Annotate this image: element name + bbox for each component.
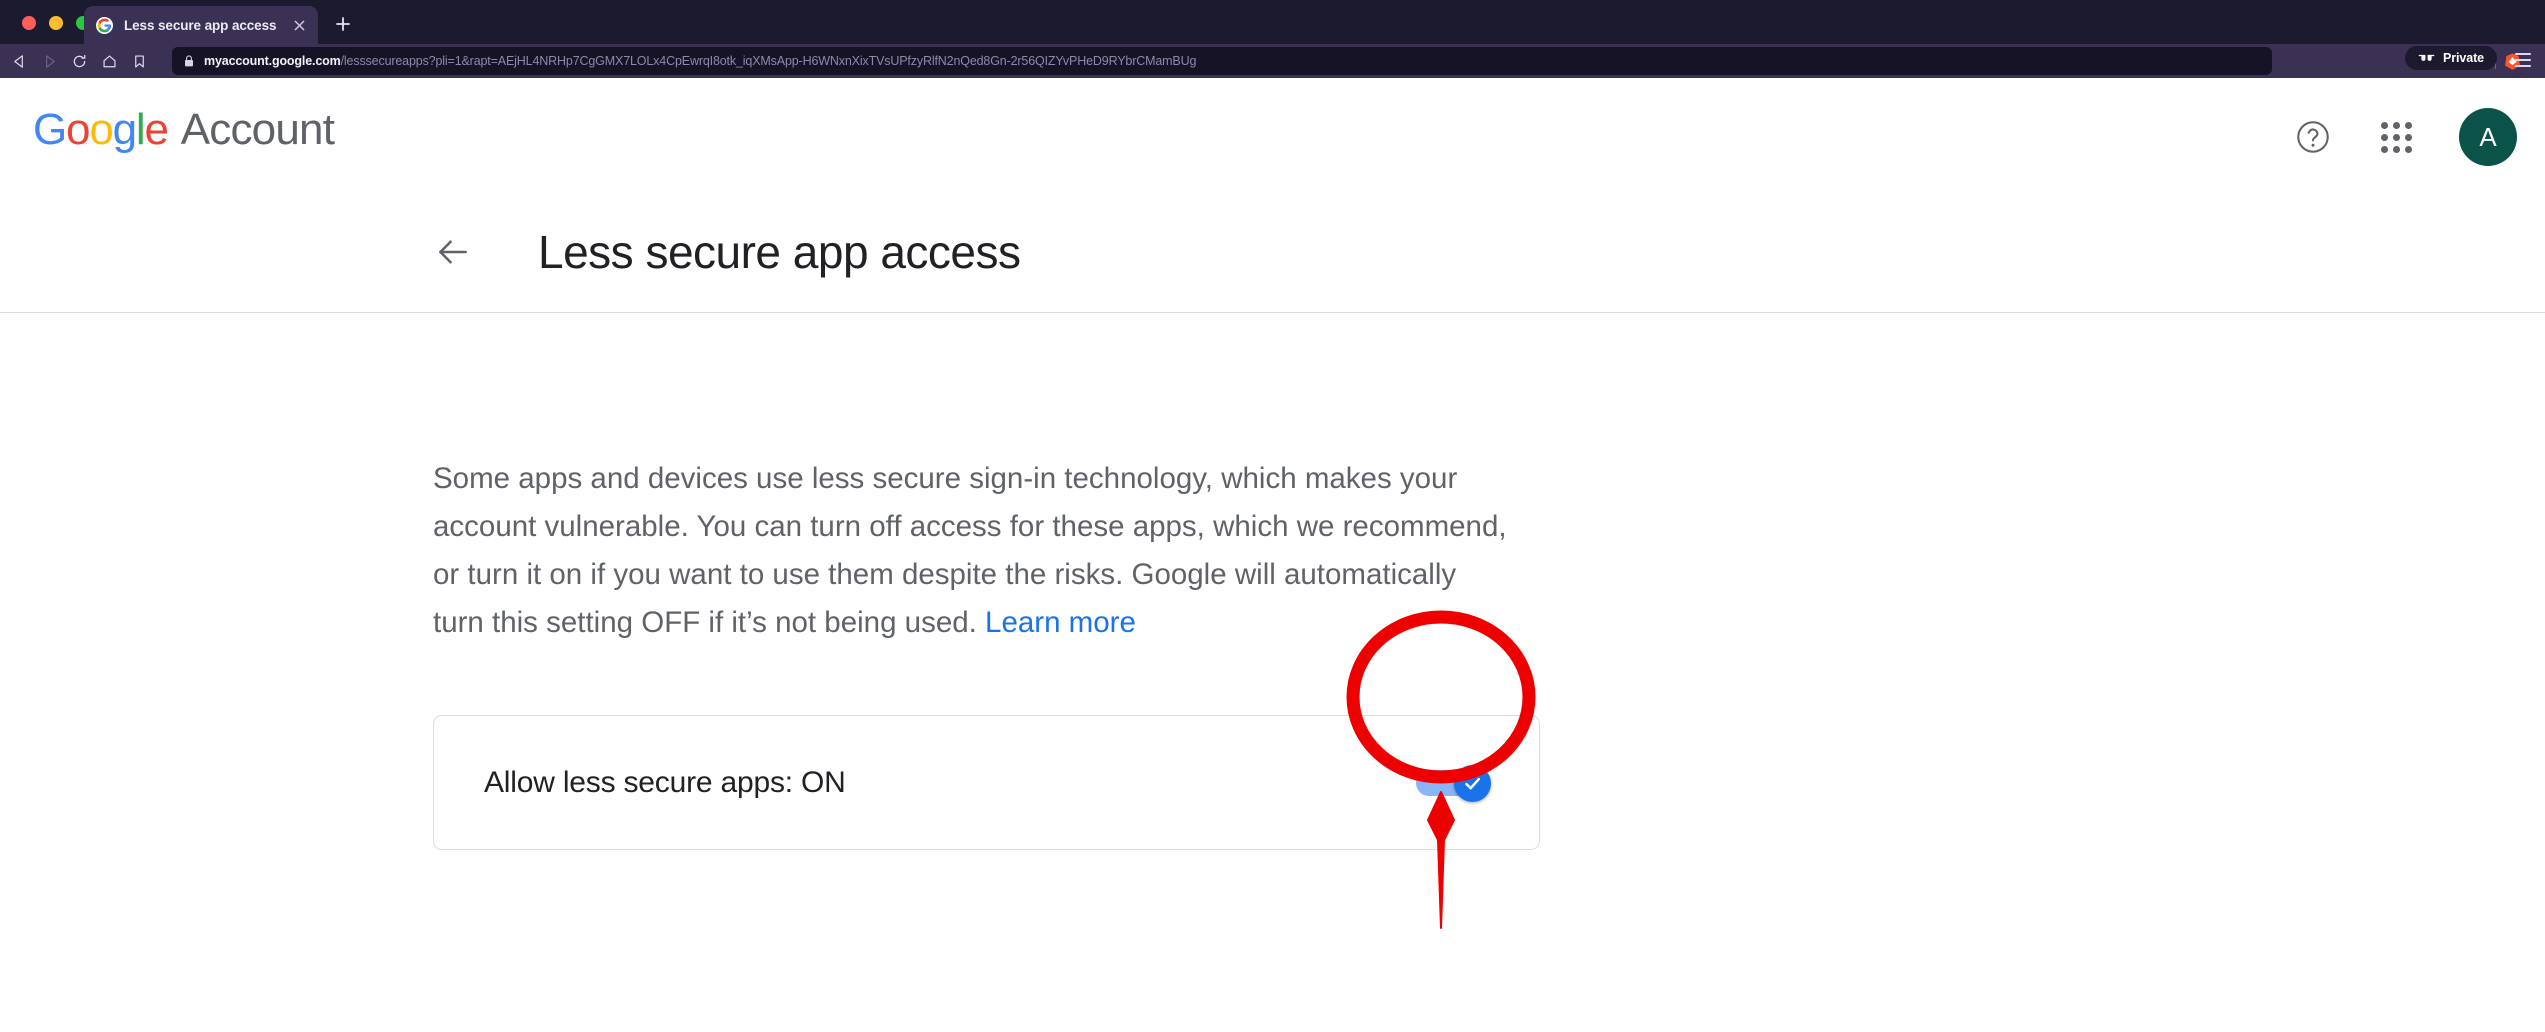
address-bar-path: /lesssecureapps?pli=1&rapt=AEjHL4NRHp7Cg… [340,54,1197,68]
private-mode-label: Private [2443,51,2484,65]
browser-titlebar: Less secure app access [0,0,2545,44]
private-mode-indicator[interactable]: Private [2405,46,2497,70]
header-actions: A [2293,108,2517,166]
toggle-knob [1454,764,1491,802]
address-bar[interactable]: myaccount.google.com/lesssecureapps?pli=… [172,47,2272,75]
bookmark-icon[interactable] [124,46,154,76]
window-close-button[interactable] [22,16,36,30]
hamburger-menu-icon[interactable] [2513,52,2533,68]
less-secure-apps-card: Allow less secure apps: ON [433,715,1540,850]
check-icon [1465,777,1481,789]
description-text: Some apps and devices use less secure si… [433,462,1507,639]
google-g-icon [96,16,113,34]
lock-icon [182,54,196,68]
browser-chrome: Less secure app access myaccount.google.… [0,0,2545,78]
address-bar-host: myaccount.google.com [204,54,341,68]
page-content: Some apps and devices use less secure si… [0,314,2545,850]
learn-more-link[interactable]: Learn more [985,606,1136,639]
browser-toolbar: myaccount.google.com/lesssecureapps?pli=… [0,44,2545,78]
description-paragraph: Some apps and devices use less secure si… [433,455,1508,647]
window-minimize-button[interactable] [49,16,63,30]
less-secure-apps-label: Allow less secure apps: ON [484,765,846,799]
back-arrow-icon[interactable] [430,229,476,275]
navigation-buttons [0,46,154,76]
window-traffic-lights[interactable] [22,16,90,30]
google-wordmark: Google [33,105,169,154]
address-bar-url: myaccount.google.com/lesssecureapps?pli=… [204,54,1196,68]
google-apps-grid-icon[interactable] [2378,119,2414,155]
page-header: Google Account A [0,78,2545,191]
back-icon[interactable] [4,46,34,76]
close-icon[interactable] [290,16,308,34]
google-account-logo[interactable]: Google Account [33,105,335,155]
new-tab-icon[interactable] [332,13,354,35]
page-title-row: Less secure app access [0,191,2545,313]
avatar[interactable]: A [2459,108,2517,166]
product-name-label: Account [180,105,335,154]
home-icon[interactable] [94,46,124,76]
browser-tab-title: Less secure app access [124,17,277,33]
allow-less-secure-apps-toggle[interactable] [1416,764,1491,802]
sunglasses-icon [2418,53,2435,63]
page-title: Less secure app access [538,225,1021,278]
reload-icon[interactable] [64,46,94,76]
forward-icon [34,46,64,76]
help-question-icon[interactable] [2293,117,2333,157]
browser-tab[interactable]: Less secure app access [84,6,318,44]
screenshot-root: Less secure app access myaccount.google.… [0,0,2545,1032]
google-account-page: Google Account A Less secure app access … [0,78,2545,1032]
